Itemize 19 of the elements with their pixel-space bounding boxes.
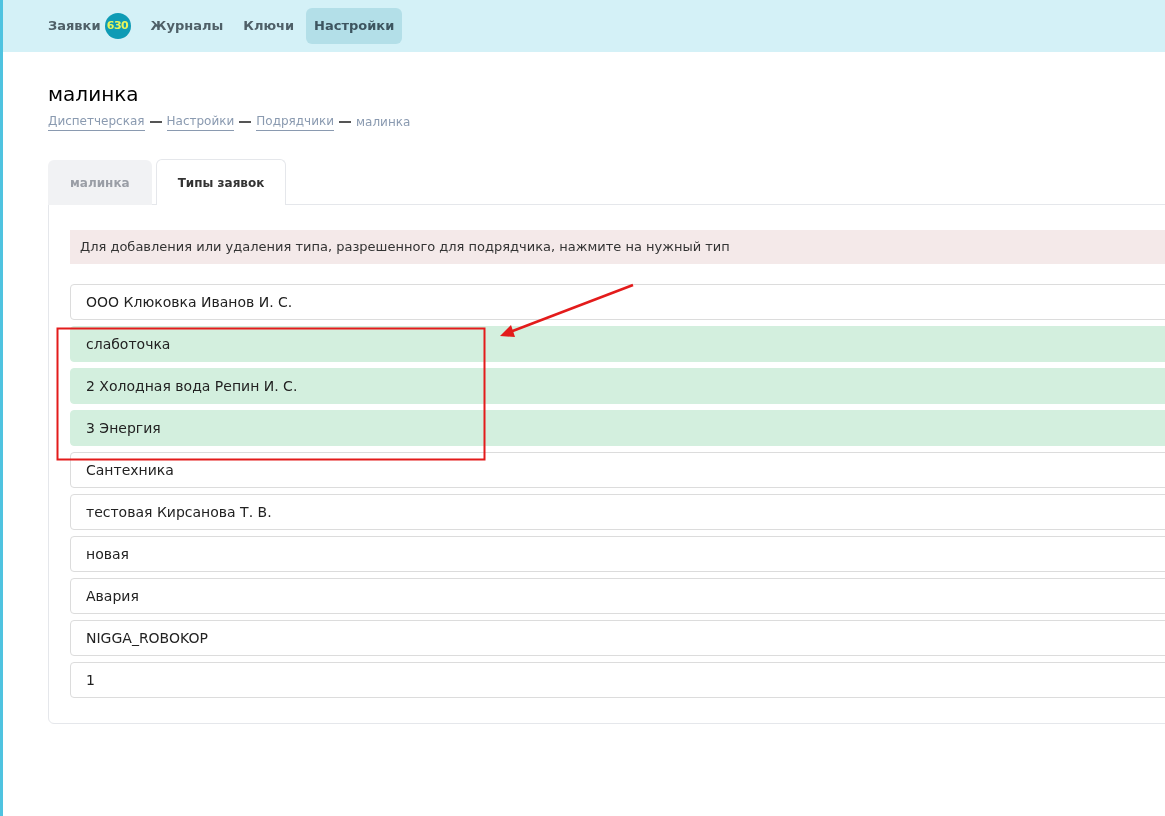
tab[interactable]: Типы заявок bbox=[155, 159, 287, 205]
breadcrumb-current: малинка bbox=[356, 113, 411, 131]
type-list-item[interactable]: 3 Энергия bbox=[70, 410, 1165, 446]
type-list-item[interactable]: ООО Клюковка Иванов И. С. bbox=[70, 284, 1165, 320]
type-list-item[interactable]: 1 bbox=[70, 662, 1165, 698]
type-list-item[interactable]: Авария bbox=[70, 578, 1165, 614]
nav-tab[interactable]: Заявки 630 bbox=[40, 8, 139, 44]
nav-tab[interactable]: Ключи bbox=[235, 8, 303, 44]
type-list-item[interactable]: 2 Холодная вода Репин И. С. bbox=[70, 368, 1165, 404]
page-title: малинка bbox=[48, 81, 140, 108]
type-list-item[interactable]: NIGGA_ROBOKOP bbox=[70, 620, 1165, 656]
type-list-item[interactable]: слаботочка bbox=[70, 326, 1165, 362]
type-list-item[interactable]: тестовая Кирсанова Т. В. bbox=[70, 494, 1165, 530]
nav-tab[interactable]: Настройки bbox=[306, 8, 403, 44]
type-list-item[interactable]: новая bbox=[70, 536, 1165, 572]
nav-tab[interactable]: Журналы bbox=[142, 8, 232, 44]
notice-message: Для добавления или удаления типа, разрешенного для подрядчика, нажмите на нужный тип bbox=[70, 230, 1165, 264]
count-badge: 630 bbox=[104, 13, 131, 39]
type-list-item[interactable]: Сантехника bbox=[70, 452, 1165, 488]
